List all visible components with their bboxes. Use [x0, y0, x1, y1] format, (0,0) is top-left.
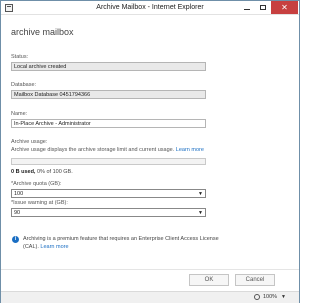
status-bar: 100% ▼: [1, 291, 299, 303]
premium-feature-notice: Archiving is a premium feature that requ…: [23, 235, 223, 251]
zoom-level[interactable]: 100%: [263, 294, 277, 300]
zoom-icon[interactable]: [254, 294, 260, 300]
chevron-down-icon: ▼: [198, 210, 203, 216]
status-label: Status:: [11, 54, 29, 60]
issue-warning-label: *Issue warning at (GB):: [11, 200, 68, 206]
browser-window: Archive Mailbox - Internet Explorer ✕ ar…: [0, 0, 300, 303]
archive-quota-value: 100: [14, 191, 24, 197]
footer-divider: [1, 269, 299, 270]
archive-usage-detail: 0% of 100 GB.: [35, 169, 73, 175]
database-field: Mailbox Database 0451794366: [11, 90, 206, 99]
maximize-icon: [260, 5, 266, 10]
archive-usage-value: 0 B used, 0% of 100 GB.: [11, 169, 73, 175]
chevron-down-icon: ▼: [198, 191, 203, 197]
chevron-down-icon[interactable]: ▼: [281, 294, 286, 300]
close-icon: ✕: [281, 3, 288, 12]
ok-button[interactable]: OK: [189, 274, 229, 286]
premium-feature-learn-more-link[interactable]: Learn more: [40, 244, 68, 250]
archive-usage-used: 0 B used,: [11, 169, 36, 175]
archive-usage-bar: [11, 158, 206, 165]
archive-quota-select[interactable]: 100 ▼: [11, 189, 206, 198]
archive-usage-label: Archive usage:: [11, 139, 48, 145]
info-icon: i: [12, 236, 19, 243]
cancel-button[interactable]: Cancel: [235, 274, 275, 286]
minimize-icon: [244, 8, 250, 10]
issue-warning-select[interactable]: 90 ▼: [11, 208, 206, 217]
close-button[interactable]: ✕: [271, 1, 298, 14]
archive-quota-label: *Archive quota (GB):: [11, 181, 62, 187]
name-label: Name:: [11, 111, 28, 117]
maximize-button[interactable]: [255, 1, 271, 14]
name-input[interactable]: In-Place Archive - Administrator: [11, 119, 206, 128]
issue-warning-value: 90: [14, 210, 21, 216]
title-bar: Archive Mailbox - Internet Explorer ✕: [1, 1, 299, 15]
page-title: archive mailbox: [11, 27, 74, 37]
archive-usage-learn-more-link[interactable]: Learn more: [176, 147, 204, 153]
database-label: Database:: [11, 82, 37, 88]
status-field: Local archive created: [11, 62, 206, 71]
archive-usage-description-text: Archive usage displays the archive stora…: [11, 147, 175, 153]
archive-usage-description: Archive usage displays the archive stora…: [11, 147, 204, 153]
minimize-button[interactable]: [239, 1, 255, 14]
